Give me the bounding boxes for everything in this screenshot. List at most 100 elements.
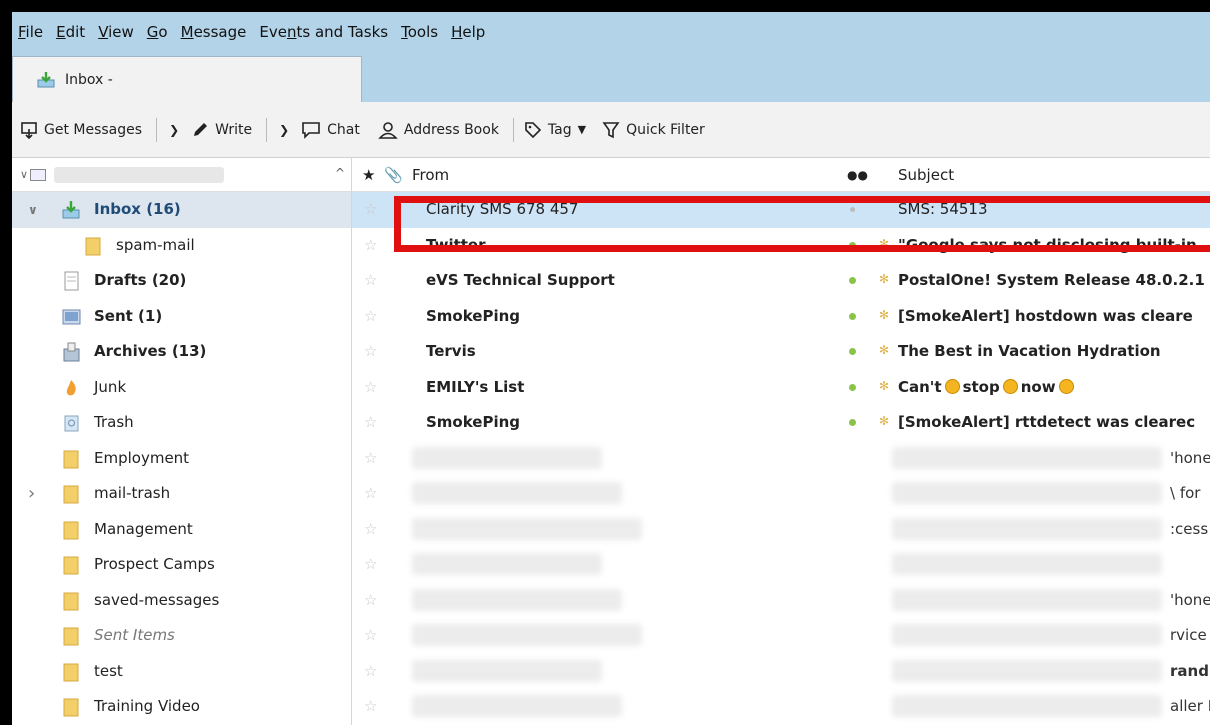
message-from: EMILY's List xyxy=(426,377,525,396)
folder-trash[interactable]: Trash xyxy=(12,405,351,441)
message-row-redacted[interactable]: ☆ 'hone xyxy=(352,441,1210,477)
star-column-icon[interactable]: ★ xyxy=(362,166,375,184)
menu-item-text: iew xyxy=(108,23,134,41)
folder-employment[interactable]: Employment xyxy=(12,441,351,477)
attachment-column-icon[interactable]: 📎 xyxy=(384,166,403,184)
new-message-icon: ✻ xyxy=(879,272,890,286)
chevron-down-icon[interactable]: ∨ xyxy=(28,203,38,217)
star-icon[interactable]: ☆ xyxy=(364,555,377,573)
read-status-column-icon[interactable]: ●● xyxy=(847,168,868,182)
menu-item[interactable]: Events and Tasks xyxy=(259,23,388,41)
menu-item-accesskey: T xyxy=(401,23,408,41)
folder-archives-13[interactable]: Archives (13) xyxy=(12,334,351,370)
quick-filter-button[interactable]: Quick Filter xyxy=(602,121,705,139)
folder-pane: ∨ ^ ∨ Inbox (16) spam-mail Drafts (20) Sent … xyxy=(12,158,352,725)
read-status-icon[interactable] xyxy=(849,277,856,284)
chevron-down-icon[interactable]: ❯ xyxy=(279,123,289,137)
redacted-sender xyxy=(412,553,602,575)
menu-item[interactable]: Tools xyxy=(401,23,438,41)
sort-up-icon[interactable]: ^ xyxy=(335,166,345,180)
message-row-redacted[interactable]: ☆ rand xyxy=(352,654,1210,690)
star-icon[interactable]: ☆ xyxy=(364,520,377,538)
message-row-redacted[interactable]: ☆ \ for xyxy=(352,476,1210,512)
menu-item[interactable]: Message xyxy=(181,23,247,41)
folder-label: Junk xyxy=(94,377,127,396)
get-messages-button[interactable]: Get Messages xyxy=(20,121,142,139)
folder-test[interactable]: test xyxy=(12,654,351,690)
menu-item[interactable]: Help xyxy=(451,23,485,41)
tag-button[interactable]: Tag ▼ xyxy=(524,121,586,139)
write-button[interactable]: Write xyxy=(191,121,252,139)
new-message-icon: ✻ xyxy=(879,343,890,357)
star-icon[interactable]: ☆ xyxy=(364,342,377,360)
star-icon[interactable]: ☆ xyxy=(364,236,377,254)
redacted-subject xyxy=(892,553,1162,575)
folder-saved-messages[interactable]: saved-messages xyxy=(12,583,351,619)
subject-fragment: rand xyxy=(1170,661,1209,680)
message-row-redacted[interactable]: ☆ xyxy=(352,547,1210,583)
star-icon[interactable]: ☆ xyxy=(364,413,377,431)
message-row-redacted[interactable]: ☆ 'hone xyxy=(352,583,1210,619)
menu-item[interactable]: File xyxy=(18,23,43,41)
write-label: Write xyxy=(215,121,253,138)
star-icon[interactable]: ☆ xyxy=(364,200,377,218)
menu-item[interactable]: View xyxy=(98,23,134,41)
star-icon[interactable]: ☆ xyxy=(364,378,377,396)
column-from[interactable]: From xyxy=(412,166,449,184)
read-status-icon[interactable] xyxy=(849,348,856,355)
folder-junk[interactable]: Junk xyxy=(12,370,351,406)
folder-label: Drafts (20) xyxy=(94,271,187,289)
account-row[interactable]: ∨ ^ xyxy=(12,158,351,192)
folder-sent-1[interactable]: Sent (1) xyxy=(12,299,351,335)
read-status-icon[interactable] xyxy=(849,383,856,391)
tab-inbox[interactable]: Inbox - xyxy=(12,56,362,102)
star-icon[interactable]: ☆ xyxy=(364,697,377,715)
message-row[interactable]: ☆ eVS Technical Support ✻ PostalOne! System… xyxy=(352,263,1210,299)
chat-button[interactable]: Chat xyxy=(301,121,360,139)
chevron-down-icon[interactable]: ∨ xyxy=(20,168,28,181)
redacted-subject xyxy=(892,659,1162,682)
folder-mail-trash[interactable]: › mail-trash xyxy=(12,476,351,512)
column-subject[interactable]: Subject xyxy=(898,166,954,184)
read-status-icon[interactable] xyxy=(849,419,856,426)
message-row[interactable]: ☆ SmokePing ✻ [SmokeAlert] rttdetect was cl… xyxy=(352,405,1210,441)
redacted-subject xyxy=(892,517,1162,540)
star-icon[interactable]: ☆ xyxy=(364,626,377,644)
star-icon[interactable]: ☆ xyxy=(364,662,377,680)
menu-item[interactable]: Edit xyxy=(56,23,85,41)
star-icon[interactable]: ☆ xyxy=(364,591,377,609)
star-icon[interactable]: ☆ xyxy=(364,271,377,289)
emoji-icon xyxy=(944,378,960,394)
archive-icon xyxy=(62,342,80,362)
folder-icon xyxy=(62,697,80,717)
menu-item[interactable]: Go xyxy=(147,23,168,41)
folder-training-video[interactable]: Training Video xyxy=(12,689,351,725)
toolbar-separator xyxy=(266,117,268,142)
chevron-right-icon[interactable]: › xyxy=(28,483,35,504)
folder-spam-mail[interactable]: spam-mail xyxy=(12,228,351,264)
folder-list: ∨ Inbox (16) spam-mail Drafts (20) Sent (1) A… xyxy=(12,192,351,725)
message-row[interactable]: ☆ Tervis ✻ The Best in Vacation Hydration xyxy=(352,334,1210,370)
address-book-button[interactable]: Address Book xyxy=(378,121,499,139)
folder-label: Sent (1) xyxy=(94,306,163,325)
folder-inbox-16[interactable]: ∨ Inbox (16) xyxy=(12,192,351,228)
message-row[interactable]: ☆ SmokePing ✻ [SmokeAlert] hostdown was cle… xyxy=(352,299,1210,335)
message-row-redacted[interactable]: ☆:cess xyxy=(352,512,1210,548)
trash-icon xyxy=(62,413,80,433)
folder-drafts-20[interactable]: Drafts (20) xyxy=(12,263,351,299)
folder-prospect-camps[interactable]: Prospect Camps xyxy=(12,547,351,583)
message-row[interactable]: ☆ EMILY's List ✻ Can't stop now xyxy=(352,370,1210,406)
star-icon[interactable]: ☆ xyxy=(364,484,377,502)
message-row-redacted[interactable]: ☆ aller I xyxy=(352,689,1210,725)
star-icon[interactable]: ☆ xyxy=(364,449,377,467)
folder-icon xyxy=(62,555,80,575)
message-row-redacted[interactable]: ☆ rvice xyxy=(352,618,1210,654)
folder-sent-items[interactable]: Sent Items xyxy=(12,618,351,654)
menu-item-text: ts and Tasks xyxy=(296,23,389,41)
read-status-icon[interactable] xyxy=(849,312,856,320)
new-message-icon: ✻ xyxy=(879,307,890,322)
chevron-down-icon[interactable]: ❯ xyxy=(169,123,179,137)
star-icon[interactable]: ☆ xyxy=(364,307,377,325)
folder-management[interactable]: Management xyxy=(12,512,351,548)
message-subject: Can't stop now xyxy=(898,378,1077,396)
